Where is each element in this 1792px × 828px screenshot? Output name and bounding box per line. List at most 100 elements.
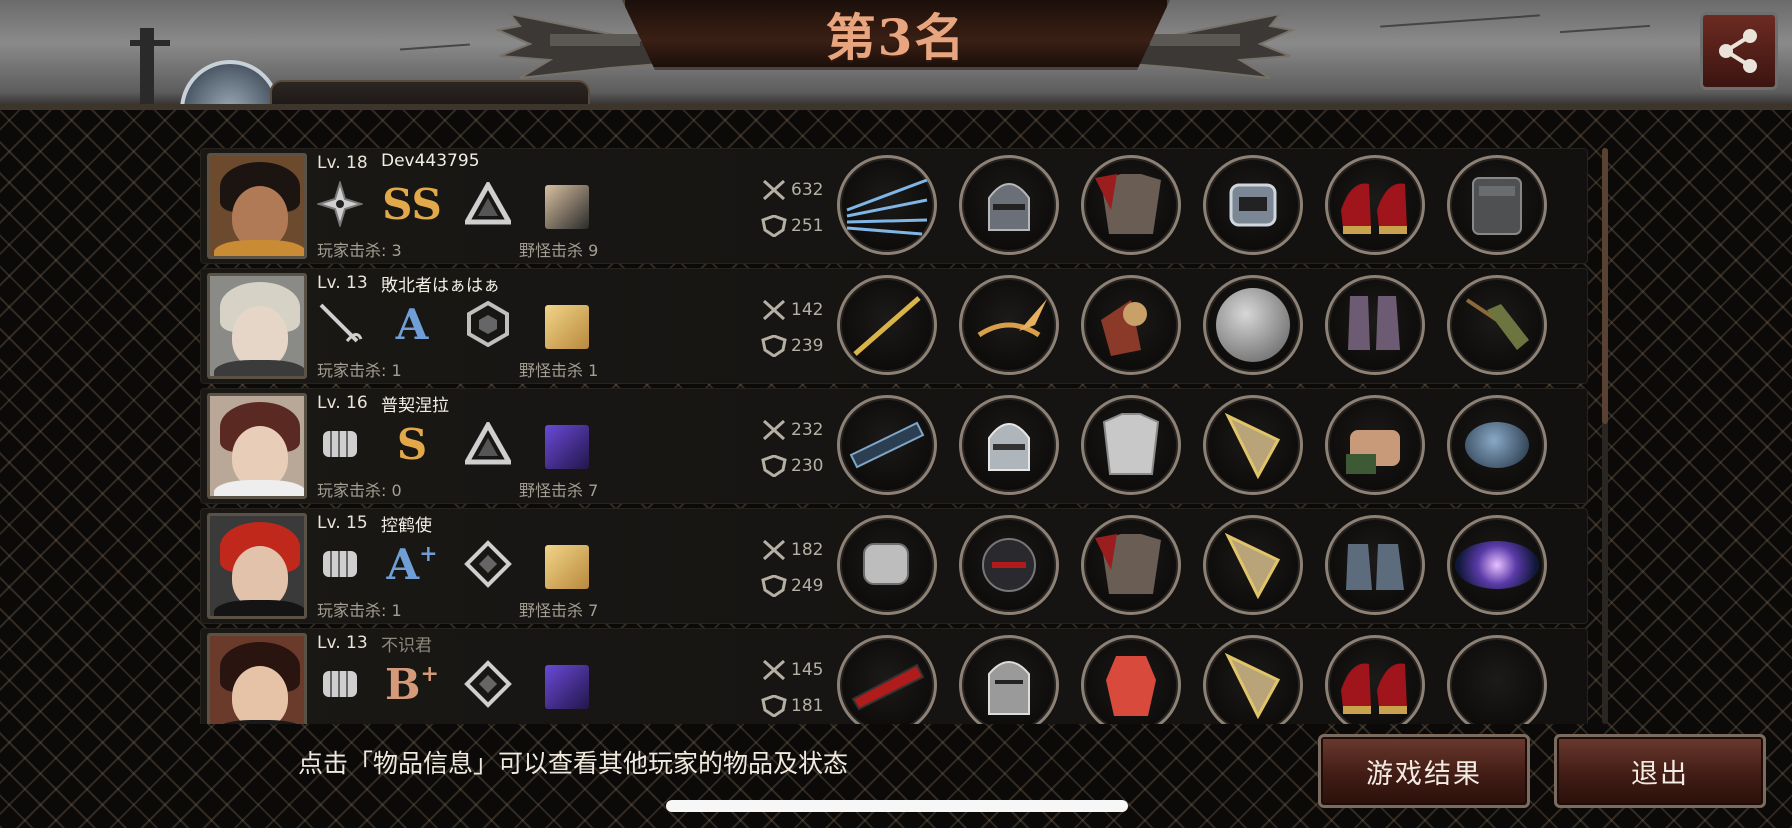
- diamond-emblem-icon: [463, 539, 513, 589]
- defense-stat: 230: [761, 455, 823, 477]
- red-plate-armor-slot[interactable]: [1081, 155, 1181, 255]
- rank-title-plate: 第3名: [622, 0, 1170, 70]
- red-plate-armor-slot[interactable]: [1081, 515, 1181, 615]
- red-claw-weapon-slot[interactable]: [837, 635, 937, 724]
- player-name: 敗北者はぁはぁ: [381, 276, 500, 296]
- player-avatar[interactable]: [207, 633, 307, 724]
- black-helmet-slot[interactable]: [959, 515, 1059, 615]
- steel-gauntlet-slot[interactable]: [837, 515, 937, 615]
- attack-stat: 232: [761, 419, 823, 441]
- player-avatar[interactable]: [207, 153, 307, 259]
- shield-icon: [761, 455, 787, 477]
- red-high-heels-slot[interactable]: [1325, 635, 1425, 724]
- game-results-button[interactable]: 游戏结果: [1318, 734, 1530, 808]
- rank-badge: S: [396, 419, 428, 469]
- player-level: Lv. 13: [317, 633, 368, 653]
- home-indicator[interactable]: [666, 800, 1128, 812]
- lightning-claw-weapon-slot[interactable]: [837, 155, 937, 255]
- great-helm-slot[interactable]: [959, 635, 1059, 724]
- player-row[interactable]: Lv. 15 控鹤使 A+ 玩家击杀: 1 野怪击杀 7 182 249: [200, 508, 1588, 624]
- crossed-swords-icon: [762, 419, 786, 441]
- player-level: Lv. 16: [317, 393, 368, 413]
- player-list[interactable]: Lv. 18 Dev443795 SS 玩家击杀: 3 野怪击杀 9 632 2…: [200, 148, 1592, 724]
- player-level: Lv. 18: [317, 153, 368, 173]
- monster-kills: 野怪击杀 1: [519, 361, 599, 380]
- player-name: Dev443795: [381, 151, 480, 171]
- golden-shield-slot[interactable]: [1203, 395, 1303, 495]
- player-avatar[interactable]: [207, 273, 307, 379]
- rapier-icon: [315, 299, 365, 349]
- item-info-hint: 点击「物品信息」可以查看其他玩家的物品及状态: [298, 749, 849, 778]
- list-scrollbar[interactable]: [1602, 148, 1608, 724]
- knight-helmet-slot[interactable]: [959, 155, 1059, 255]
- shield-icon: [761, 575, 787, 597]
- silver-plate-armor-slot[interactable]: [1081, 395, 1181, 495]
- purple-boots-slot[interactable]: [1325, 275, 1425, 375]
- fist-icon: [315, 419, 365, 469]
- shield-icon: [761, 215, 787, 237]
- camo-backpack-slot[interactable]: [1447, 155, 1547, 255]
- player-row[interactable]: Lv. 13 不识君 B+ 145 181: [200, 628, 1588, 724]
- triangle-emblem-icon: [463, 419, 513, 469]
- player-kills: 玩家击杀: 1: [317, 361, 402, 380]
- player-level: Lv. 15: [317, 513, 368, 533]
- silver-helmet-slot[interactable]: [959, 395, 1059, 495]
- rank-badge: A+: [386, 539, 438, 589]
- attack-stat: 632: [761, 179, 823, 201]
- monster-kills: 野怪击杀 7: [519, 481, 599, 500]
- bandaged-gauntlet-slot[interactable]: [1325, 395, 1425, 495]
- crossed-swords-icon: [762, 659, 786, 681]
- stopwatch-ring-slot[interactable]: [1203, 155, 1303, 255]
- red-bodysuit-slot[interactable]: [1081, 635, 1181, 724]
- dark-claw-weapon-slot[interactable]: [837, 395, 937, 495]
- player-kills: 玩家击杀: 0: [317, 481, 402, 500]
- exit-button[interactable]: 退出: [1554, 734, 1766, 808]
- rank-title: 第3名: [825, 7, 967, 67]
- rank-badge: SS: [382, 179, 442, 229]
- steel-boots-slot[interactable]: [1325, 515, 1425, 615]
- player-name: 不识君: [381, 636, 432, 656]
- defense-stat: 181: [761, 695, 823, 717]
- defense-stat: 239: [761, 335, 823, 357]
- crossed-swords-icon: [762, 539, 786, 561]
- scrollbar-thumb[interactable]: [1602, 148, 1608, 424]
- triangle-emblem-icon: [463, 179, 513, 229]
- share-icon: [1719, 29, 1757, 73]
- golden-shield-slot[interactable]: [1203, 515, 1303, 615]
- steel-disc-slot[interactable]: [1203, 275, 1303, 375]
- player-row[interactable]: Lv. 18 Dev443795 SS 玩家击杀: 3 野怪击杀 9 632 2…: [200, 148, 1588, 264]
- player-name: 控鹤使: [381, 516, 432, 536]
- character-thumbnail: [545, 185, 589, 229]
- bow-quiver-slot[interactable]: [1447, 275, 1547, 375]
- shield-icon: [761, 695, 787, 717]
- character-thumbnail: [545, 665, 589, 709]
- empty-slot[interactable]: [1447, 635, 1547, 724]
- player-avatar[interactable]: [207, 513, 307, 619]
- fist-icon: [315, 539, 365, 589]
- golden-sword-slot[interactable]: [837, 275, 937, 375]
- defense-stat: 249: [761, 575, 823, 597]
- crossed-swords-icon: [762, 299, 786, 321]
- winged-circlet-slot[interactable]: [959, 275, 1059, 375]
- attack-stat: 142: [761, 299, 823, 321]
- golden-shield-slot[interactable]: [1203, 635, 1303, 724]
- share-button[interactable]: [1700, 12, 1778, 90]
- player-name: 普契涅拉: [381, 396, 449, 416]
- character-thumbnail: [545, 545, 589, 589]
- galaxy-orb-slot[interactable]: [1447, 515, 1547, 615]
- red-high-heels-slot[interactable]: [1325, 155, 1425, 255]
- defense-stat: 251: [761, 215, 823, 237]
- player-row[interactable]: Lv. 13 敗北者はぁはぁ A 玩家击杀: 1 野怪击杀 1 142 239: [200, 268, 1588, 384]
- rank-badge: A: [395, 299, 429, 349]
- monster-kills: 野怪击杀 7: [519, 601, 599, 620]
- blue-orb-slot[interactable]: [1447, 395, 1547, 495]
- player-row[interactable]: Lv. 16 普契涅拉 S 玩家击杀: 0 野怪击杀 7 232 230: [200, 388, 1588, 504]
- player-level: Lv. 13: [317, 273, 368, 293]
- shield-icon: [761, 335, 787, 357]
- golden-gauntlet-armor-slot[interactable]: [1081, 275, 1181, 375]
- diamond-emblem-icon: [463, 659, 513, 709]
- hexagon-emblem-icon: [463, 299, 513, 349]
- player-avatar[interactable]: [207, 393, 307, 499]
- fist-icon: [315, 659, 365, 709]
- crossed-swords-icon: [762, 179, 786, 201]
